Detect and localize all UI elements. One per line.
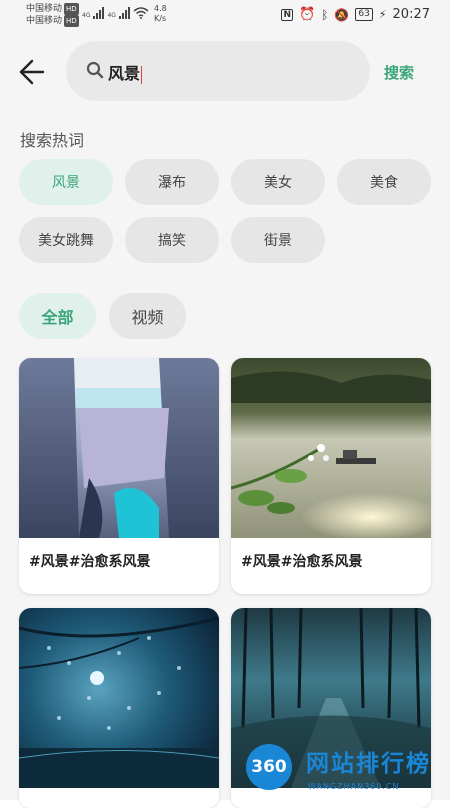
signal-icon-1 — [93, 7, 105, 19]
hd-badge-1: HD — [64, 3, 79, 15]
watermark-logo: 360 — [246, 744, 292, 790]
speed-unit: K/s — [154, 14, 167, 23]
charging-icon: ⚡ — [378, 8, 387, 21]
hot-words-title: 搜索热词 — [20, 131, 85, 150]
battery-icon: 63 — [355, 8, 373, 21]
site-watermark: 360 网站排行榜 WANGZHAN360.CN — [240, 740, 450, 800]
wifi-icon — [133, 7, 149, 19]
nfc-icon: N — [281, 8, 293, 21]
signal-icon-2 — [118, 7, 130, 19]
result-card[interactable]: #风景#治愈系风景 — [19, 358, 219, 594]
watermark-name: 网站排行榜 — [306, 751, 431, 777]
search-header: 风景 搜索 — [0, 32, 450, 112]
night-blossom-thumbnail — [19, 608, 219, 788]
hot-words-section: 搜索热词 风景 瀑布 美女 美食 美女跳舞 搞笑 街景 全部 视频 — [0, 112, 450, 352]
hot-word-chip[interactable]: 风景 — [19, 159, 113, 205]
hot-word-chip[interactable]: 美食 — [337, 159, 431, 205]
results-grid: #风景#治愈系风景 #风景#治愈系风景 — [0, 352, 450, 808]
hot-word-chip[interactable]: 搞笑 — [125, 217, 219, 263]
hot-word-chip[interactable]: 美女跳舞 — [19, 217, 113, 263]
status-bar: 中国移动 HD 中国移动 HD 4G 4G 4.8 K/s N ⏰ ᛒ 🔕 63 ⚡… — [0, 0, 450, 32]
hd-badge-2: HD — [64, 15, 79, 27]
clock: 20:27 — [392, 7, 430, 22]
watermark-url: WANGZHAN360.CN — [308, 782, 400, 791]
carrier-1: 中国移动 — [26, 4, 63, 14]
carrier-2: 中国移动 — [26, 16, 63, 26]
network-type-1: 4G — [82, 12, 91, 19]
mute-icon: 🔕 — [334, 7, 350, 22]
hot-word-chip[interactable]: 街景 — [231, 217, 325, 263]
alarm-icon: ⏰ — [299, 7, 316, 22]
text-cursor — [141, 65, 143, 84]
result-card[interactable] — [19, 608, 219, 808]
hot-word-chip[interactable]: 美女 — [231, 159, 325, 205]
search-button[interactable]: 搜索 — [384, 62, 414, 83]
hot-word-chip[interactable]: 瀑布 — [125, 159, 219, 205]
bluetooth-icon: ᛒ — [321, 7, 329, 22]
network-type-2: 4G — [107, 12, 116, 19]
search-icon — [86, 61, 104, 79]
network-speed: 4.8 K/s — [154, 4, 167, 24]
result-card-title: #风景#治愈系风景 — [241, 554, 363, 570]
speed-value: 4.8 — [154, 4, 167, 13]
search-query-text[interactable]: 风景 — [108, 60, 143, 84]
status-icons: N ⏰ ᛒ 🔕 63 ⚡ 20:27 — [281, 7, 430, 22]
waterfall-thumbnail — [19, 358, 219, 538]
carrier-info: 中国移动 HD 中国移动 HD — [26, 3, 79, 27]
signal-indicators: 4G 4G — [82, 7, 149, 19]
result-card[interactable]: #风景#治愈系风景 — [231, 358, 431, 594]
search-input[interactable]: 风景 — [66, 41, 370, 101]
filter-video-tab[interactable]: 视频 — [109, 293, 186, 339]
result-card-title: #风景#治愈系风景 — [29, 554, 151, 570]
lake-thumbnail — [231, 358, 431, 538]
filter-all-tab[interactable]: 全部 — [19, 293, 96, 339]
back-arrow-icon[interactable] — [18, 58, 46, 86]
